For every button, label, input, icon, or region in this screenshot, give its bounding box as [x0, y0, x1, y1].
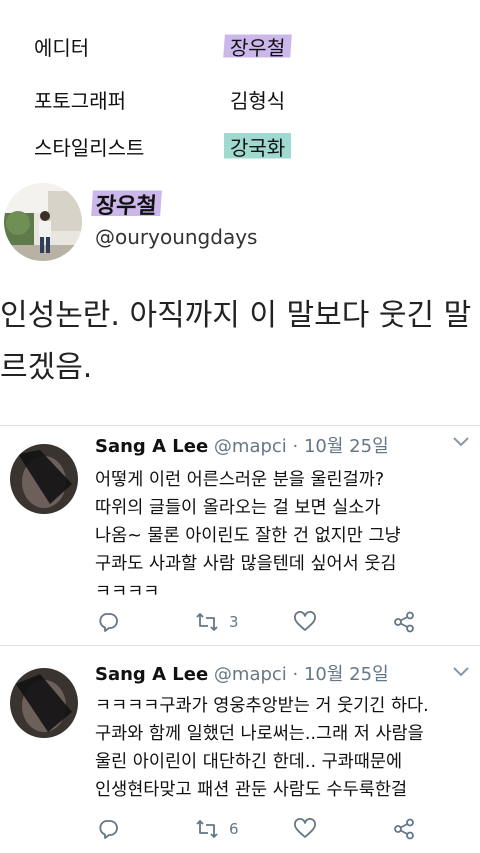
reply-text: 어떻게 이런 어른스러운 분을 울린걸까? 따위의 글들이 올라오는 걸 보면 …	[95, 466, 475, 606]
reply-action[interactable]	[97, 816, 119, 842]
blurred-avatar	[10, 668, 78, 738]
reply-text: ㅋㅋㅋㅋ구콰가 영웅추앙받는 거 웃기긴 하다. 구콰와 함께 일했던 나로써는…	[95, 692, 475, 804]
heart-icon	[294, 611, 316, 631]
reply-action[interactable]	[97, 609, 119, 635]
reply-line: 어떻게 이런 어른스러운 분을 울린걸까?	[95, 470, 385, 490]
reply-line: 구콰도 사과할 사람 많을텐데 싶어서 웃김	[95, 554, 397, 574]
share-action[interactable]	[392, 609, 416, 635]
retweet-action[interactable]: 3	[193, 609, 239, 635]
reply-author-name[interactable]: Sang A Lee	[95, 436, 208, 457]
retweet-icon	[196, 820, 218, 838]
share-icon	[394, 611, 414, 633]
share-icon	[394, 818, 414, 840]
reply-header: Sang A Lee @mapci · 10월 25일	[95, 432, 389, 458]
credits-block: 에디터 장우철 포토그래퍼 김형식 스타일리스트 강국화	[0, 0, 480, 180]
tweet-line: 인성논란. 아직까지 이 말보다 웃긴 말	[0, 298, 472, 333]
retweet-count: 6	[229, 820, 239, 838]
reply-line: 울린 아이린이 대단하긴 한데.. 구콰때문에	[95, 752, 403, 772]
retweet-action[interactable]: 6	[193, 816, 239, 842]
comment-icon	[99, 820, 118, 839]
tweet-text: 인성논란. 아직까지 이 말보다 웃긴 말 르겠음.	[0, 290, 480, 400]
reply-actions: 3	[0, 609, 480, 639]
avatar-photo	[4, 183, 82, 261]
credit-row-photographer: 포토그래퍼 김형식	[34, 79, 454, 119]
display-name[interactable]: 장우철	[90, 188, 162, 220]
like-action[interactable]	[293, 816, 317, 842]
chevron-down-icon[interactable]	[452, 436, 470, 448]
reply-line: ㅋㅋㅋㅋ구콰가 영웅추앙받는 거 웃기긴 하다.	[95, 696, 429, 716]
reply-handle[interactable]: @mapci	[214, 436, 287, 457]
credit-name: 강국화	[224, 132, 292, 161]
credit-name: 장우철	[222, 32, 293, 61]
reply-handle[interactable]: @mapci	[214, 664, 287, 685]
avatar[interactable]	[10, 444, 78, 514]
credit-name: 김형식	[230, 89, 286, 113]
heart-icon	[294, 818, 316, 838]
comment-icon	[99, 613, 118, 632]
credit-row-editor: 에디터 장우철	[34, 26, 454, 66]
tweet-author: 장우철 @ouryoungdays	[0, 180, 480, 270]
credit-row-stylist: 스타일리스트 강국화	[34, 126, 454, 166]
reply-date: · 10월 25일	[292, 436, 389, 457]
reply-tweet[interactable]: Sang A Lee @mapci · 10월 25일 ㅋㅋㅋㅋ구콰가 영웅추앙…	[0, 645, 480, 853]
blurred-avatar	[10, 444, 78, 514]
reply-header: Sang A Lee @mapci · 10월 25일	[95, 660, 389, 686]
reply-author-name[interactable]: Sang A Lee	[95, 664, 208, 685]
like-action[interactable]	[293, 609, 317, 635]
reply-actions: 6	[0, 816, 480, 846]
share-action[interactable]	[392, 816, 416, 842]
retweet-icon	[196, 613, 218, 631]
credit-role: 에디터	[34, 36, 90, 60]
reply-line: 나옴~ 물론 아이린도 잘한 건 없지만 그냥	[95, 526, 401, 546]
retweet-count: 3	[229, 613, 239, 631]
reply-line: 구콰와 함께 일했던 나로써는..그래 저 사람을	[95, 724, 424, 744]
reply-line: 인생현타맞고 패션 관둔 사람도 수두룩한걸	[95, 780, 408, 800]
avatar[interactable]	[10, 668, 78, 738]
avatar[interactable]	[4, 183, 82, 261]
credit-role: 스타일리스트	[34, 136, 145, 160]
reply-tweet[interactable]: Sang A Lee @mapci · 10월 25일 어떻게 이런 어른스러운…	[0, 425, 480, 645]
credit-role: 포토그래퍼	[34, 89, 126, 113]
tweet-line: 르겠음.	[0, 350, 93, 385]
reply-line: ㅋㅋㅋㅋ	[95, 582, 160, 602]
reply-date: · 10월 25일	[292, 664, 389, 685]
reply-line: 따위의 글들이 올라오는 걸 보면 실소가	[95, 498, 381, 518]
chevron-down-icon[interactable]	[452, 666, 470, 678]
user-handle[interactable]: @ouryoungdays	[95, 225, 257, 249]
